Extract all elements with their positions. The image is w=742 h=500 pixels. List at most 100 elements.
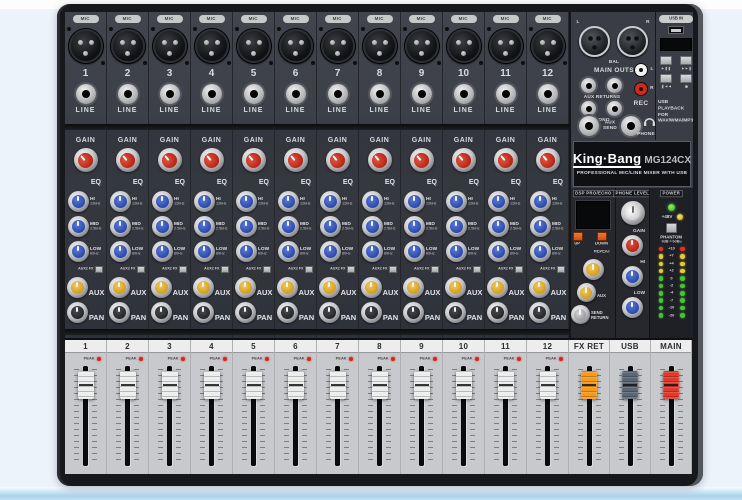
dsp-down-button[interactable] <box>597 232 607 241</box>
eq-low-knob[interactable] <box>404 241 425 262</box>
pan-knob[interactable] <box>445 302 466 323</box>
aux-knob[interactable] <box>235 277 256 298</box>
gain-knob[interactable] <box>368 148 392 172</box>
aux-knob[interactable] <box>109 277 130 298</box>
send-return-knob[interactable] <box>571 305 590 324</box>
eq-hi-knob[interactable] <box>194 191 215 212</box>
pan-knob[interactable] <box>403 302 424 323</box>
aux2-fx-button[interactable] <box>431 266 439 273</box>
pan-knob[interactable] <box>151 302 172 323</box>
eq-mid-knob[interactable] <box>110 216 131 237</box>
gain-knob[interactable] <box>284 148 308 172</box>
aux-knob[interactable] <box>277 277 298 298</box>
eq-hi-knob[interactable] <box>68 191 89 212</box>
eq-low-knob[interactable] <box>152 241 173 262</box>
aux2-fx-button[interactable] <box>179 266 187 273</box>
pan-knob[interactable] <box>361 302 382 323</box>
aux2-fx-button[interactable] <box>137 266 145 273</box>
phone-level-knob[interactable] <box>621 201 645 225</box>
eq-low-knob[interactable] <box>236 241 257 262</box>
fader-handle[interactable] <box>120 371 136 399</box>
fader-handle[interactable] <box>498 371 514 399</box>
eq-mid-knob[interactable] <box>404 216 425 237</box>
fader-handle[interactable] <box>372 371 388 399</box>
eq-mid-knob[interactable] <box>152 216 173 237</box>
fader-handle[interactable] <box>414 371 430 399</box>
aux2-fx-button[interactable] <box>473 266 481 273</box>
gain-knob[interactable] <box>452 148 476 172</box>
fader-handle[interactable] <box>288 371 304 399</box>
fader-handle[interactable] <box>204 371 220 399</box>
usb-hi-knob[interactable] <box>622 266 643 287</box>
aux-knob[interactable] <box>319 277 340 298</box>
eq-mid-knob[interactable] <box>68 216 89 237</box>
aux-knob[interactable] <box>67 277 88 298</box>
fader-handle[interactable] <box>622 371 638 399</box>
gain-knob[interactable] <box>410 148 434 172</box>
gain-knob[interactable] <box>74 148 98 172</box>
eq-low-knob[interactable] <box>446 241 467 262</box>
usb-low-knob[interactable] <box>622 297 643 318</box>
eq-hi-knob[interactable] <box>110 191 131 212</box>
aux2-fx-button[interactable] <box>347 266 355 273</box>
pan-knob[interactable] <box>235 302 256 323</box>
prev-track-button[interactable] <box>660 74 672 83</box>
fader-handle[interactable] <box>540 371 556 399</box>
fader-handle[interactable] <box>330 371 346 399</box>
eq-hi-knob[interactable] <box>446 191 467 212</box>
eq-hi-knob[interactable] <box>488 191 509 212</box>
eq-hi-knob[interactable] <box>362 191 383 212</box>
gain-knob[interactable] <box>242 148 266 172</box>
aux2-fx-button[interactable] <box>305 266 313 273</box>
eq-low-knob[interactable] <box>320 241 341 262</box>
eq-mid-knob[interactable] <box>488 216 509 237</box>
eq-mid-knob[interactable] <box>530 216 551 237</box>
aux-knob[interactable] <box>193 277 214 298</box>
play-pause-button[interactable] <box>660 56 672 65</box>
gain-knob[interactable] <box>494 148 518 172</box>
eq-low-knob[interactable] <box>110 241 131 262</box>
pan-knob[interactable] <box>109 302 130 323</box>
pan-knob[interactable] <box>529 302 550 323</box>
pan-knob[interactable] <box>193 302 214 323</box>
pan-knob[interactable] <box>277 302 298 323</box>
dsp-level-knob[interactable] <box>583 259 604 280</box>
eq-hi-knob[interactable] <box>320 191 341 212</box>
dsp-up-button[interactable] <box>573 232 583 241</box>
aux-knob[interactable] <box>403 277 424 298</box>
pan-knob[interactable] <box>67 302 88 323</box>
aux-knob[interactable] <box>361 277 382 298</box>
aux-knob[interactable] <box>487 277 508 298</box>
aux2-fx-button[interactable] <box>557 266 565 273</box>
next-track-button[interactable] <box>680 56 692 65</box>
eq-hi-knob[interactable] <box>278 191 299 212</box>
aux-knob[interactable] <box>151 277 172 298</box>
aux2-fx-button[interactable] <box>389 266 397 273</box>
eq-hi-knob[interactable] <box>236 191 257 212</box>
aux-knob[interactable] <box>529 277 550 298</box>
eq-low-knob[interactable] <box>194 241 215 262</box>
phantom-button[interactable] <box>666 223 677 233</box>
gain-knob[interactable] <box>326 148 350 172</box>
fader-handle[interactable] <box>581 371 597 399</box>
aux2-fx-button[interactable] <box>515 266 523 273</box>
pan-knob[interactable] <box>487 302 508 323</box>
aux2-fx-button[interactable] <box>95 266 103 273</box>
eq-hi-knob[interactable] <box>152 191 173 212</box>
aux2-fx-button[interactable] <box>263 266 271 273</box>
eq-mid-knob[interactable] <box>194 216 215 237</box>
eq-mid-knob[interactable] <box>446 216 467 237</box>
eq-low-knob[interactable] <box>530 241 551 262</box>
eq-mid-knob[interactable] <box>236 216 257 237</box>
fader-handle[interactable] <box>162 371 178 399</box>
fader-handle[interactable] <box>456 371 472 399</box>
eq-hi-knob[interactable] <box>530 191 551 212</box>
eq-low-knob[interactable] <box>68 241 89 262</box>
eq-low-knob[interactable] <box>278 241 299 262</box>
pan-knob[interactable] <box>319 302 340 323</box>
eq-mid-knob[interactable] <box>278 216 299 237</box>
eq-mid-knob[interactable] <box>362 216 383 237</box>
fader-handle[interactable] <box>78 371 94 399</box>
gain-knob[interactable] <box>116 148 140 172</box>
aux2-fx-button[interactable] <box>221 266 229 273</box>
